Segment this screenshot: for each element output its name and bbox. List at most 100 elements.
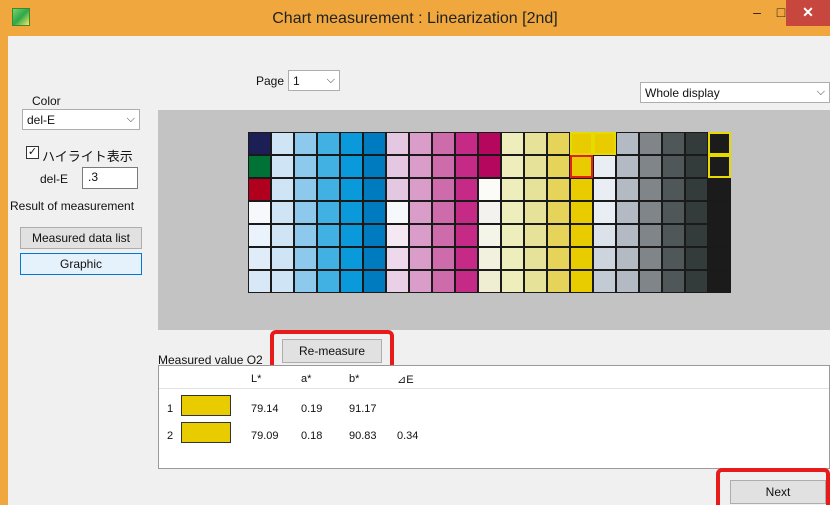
color-patch[interactable]: [708, 132, 731, 155]
color-patch[interactable]: [708, 155, 731, 178]
color-select[interactable]: del-E ⌵: [22, 109, 140, 130]
color-patch[interactable]: [432, 224, 455, 247]
color-patch[interactable]: [248, 247, 271, 270]
color-patch[interactable]: [685, 201, 708, 224]
highlight-checkbox[interactable]: ✓: [26, 146, 39, 159]
color-patch[interactable]: [294, 247, 317, 270]
color-patch[interactable]: [708, 178, 731, 201]
color-patch[interactable]: [386, 132, 409, 155]
title-bar[interactable]: Chart measurement : Linearization [2nd] …: [0, 0, 830, 36]
color-patch[interactable]: [386, 155, 409, 178]
color-patch[interactable]: [708, 247, 731, 270]
dele-threshold-input[interactable]: .3: [82, 167, 138, 189]
color-patch[interactable]: [340, 132, 363, 155]
color-patch[interactable]: [340, 224, 363, 247]
color-patch[interactable]: [294, 155, 317, 178]
color-patch[interactable]: [409, 178, 432, 201]
color-patch[interactable]: [271, 201, 294, 224]
color-patch[interactable]: [317, 155, 340, 178]
color-patch[interactable]: [685, 224, 708, 247]
color-patch[interactable]: [547, 155, 570, 178]
color-patch[interactable]: [524, 132, 547, 155]
color-patch[interactable]: [570, 224, 593, 247]
color-patch[interactable]: [593, 270, 616, 293]
color-patch[interactable]: [501, 201, 524, 224]
color-patch[interactable]: [340, 155, 363, 178]
color-patch[interactable]: [708, 201, 731, 224]
color-patch[interactable]: [616, 201, 639, 224]
color-patch[interactable]: [639, 178, 662, 201]
color-patch[interactable]: [271, 155, 294, 178]
color-patch[interactable]: [662, 132, 685, 155]
color-patch[interactable]: [409, 270, 432, 293]
color-patch[interactable]: [478, 247, 501, 270]
color-patch[interactable]: [593, 132, 616, 155]
color-patch[interactable]: [248, 224, 271, 247]
color-patch[interactable]: [294, 178, 317, 201]
color-patch[interactable]: [432, 178, 455, 201]
color-patch[interactable]: [708, 224, 731, 247]
color-patch[interactable]: [593, 224, 616, 247]
color-patch[interactable]: [363, 247, 386, 270]
color-patch[interactable]: [248, 155, 271, 178]
color-patch[interactable]: [363, 201, 386, 224]
color-patch[interactable]: [317, 270, 340, 293]
color-patch[interactable]: [593, 201, 616, 224]
color-patch[interactable]: [547, 270, 570, 293]
color-patch[interactable]: [708, 270, 731, 293]
color-patch[interactable]: [547, 178, 570, 201]
color-patch[interactable]: [639, 155, 662, 178]
color-patch[interactable]: [455, 155, 478, 178]
color-patch[interactable]: [455, 178, 478, 201]
color-patch[interactable]: [662, 247, 685, 270]
color-patch[interactable]: [294, 270, 317, 293]
color-patch[interactable]: [478, 270, 501, 293]
color-patch[interactable]: [616, 178, 639, 201]
color-patch[interactable]: [432, 155, 455, 178]
color-patch[interactable]: [547, 201, 570, 224]
color-patch[interactable]: [248, 270, 271, 293]
color-patch[interactable]: [478, 201, 501, 224]
color-patch[interactable]: [570, 178, 593, 201]
color-patch[interactable]: [524, 270, 547, 293]
color-patch[interactable]: [409, 132, 432, 155]
color-patch[interactable]: [501, 178, 524, 201]
color-patch[interactable]: [547, 247, 570, 270]
color-patch[interactable]: [271, 224, 294, 247]
color-patch[interactable]: [409, 224, 432, 247]
color-patch[interactable]: [639, 224, 662, 247]
color-patch[interactable]: [547, 132, 570, 155]
color-patch[interactable]: [501, 247, 524, 270]
color-patch[interactable]: [478, 178, 501, 201]
color-patch[interactable]: [294, 201, 317, 224]
color-patch[interactable]: [409, 155, 432, 178]
color-patch[interactable]: [432, 247, 455, 270]
color-patch[interactable]: [478, 155, 501, 178]
color-patch[interactable]: [639, 247, 662, 270]
color-patch[interactable]: [639, 201, 662, 224]
color-patch[interactable]: [478, 224, 501, 247]
color-patch[interactable]: [317, 201, 340, 224]
color-patch[interactable]: [685, 247, 708, 270]
display-mode-select[interactable]: Whole display ⌵: [640, 82, 830, 103]
color-patch[interactable]: [501, 132, 524, 155]
color-patch[interactable]: [639, 270, 662, 293]
color-patch[interactable]: [662, 178, 685, 201]
color-patch[interactable]: [593, 155, 616, 178]
page-select[interactable]: 1 ⌵: [288, 70, 340, 91]
color-patch[interactable]: [616, 247, 639, 270]
color-patch[interactable]: [386, 201, 409, 224]
color-patch[interactable]: [271, 178, 294, 201]
color-patch[interactable]: [409, 201, 432, 224]
color-patch[interactable]: [455, 132, 478, 155]
color-patch[interactable]: [432, 270, 455, 293]
color-patch[interactable]: [662, 270, 685, 293]
color-patch[interactable]: [570, 155, 593, 178]
color-patch[interactable]: [662, 224, 685, 247]
color-patch[interactable]: [662, 155, 685, 178]
color-patch[interactable]: [501, 224, 524, 247]
color-patch[interactable]: [386, 270, 409, 293]
color-patch[interactable]: [524, 247, 547, 270]
color-patch[interactable]: [363, 155, 386, 178]
color-patch[interactable]: [455, 247, 478, 270]
